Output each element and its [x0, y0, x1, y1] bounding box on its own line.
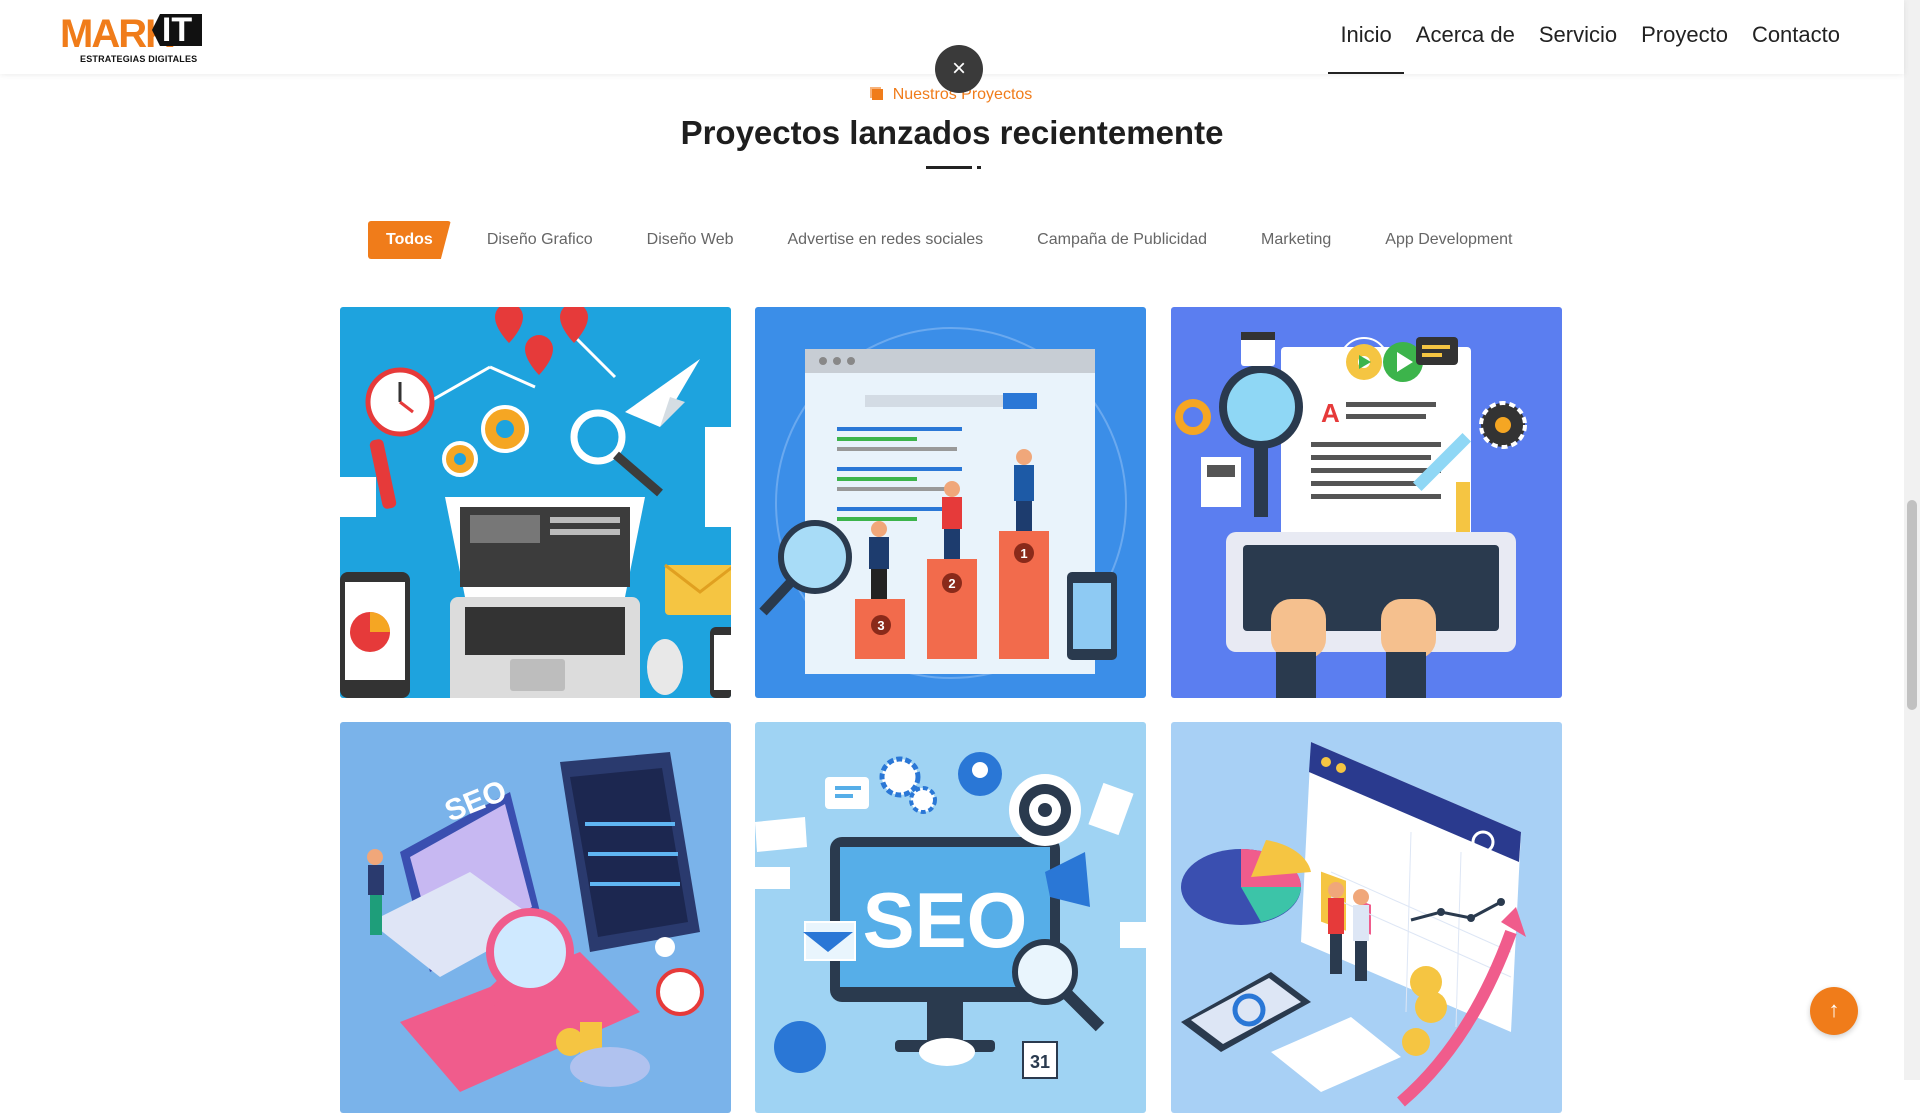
logo-it-badge: IT: [152, 14, 202, 46]
title-underline-dot: [977, 166, 981, 169]
main-nav: Inicio Acerca de Servicio Proyecto Conta…: [1328, 0, 1852, 74]
nav-item-inicio[interactable]: Inicio: [1328, 0, 1404, 74]
project-filters: Todos Diseño Grafico Diseño Web Advertis…: [368, 221, 1566, 259]
filter-marketing[interactable]: Marketing: [1261, 231, 1331, 249]
filter-diseno-web[interactable]: Diseño Web: [647, 231, 734, 249]
nav-item-contacto[interactable]: Contacto: [1740, 0, 1852, 74]
scrollbar-thumb[interactable]: [1907, 500, 1917, 710]
nav-item-acerca[interactable]: Acerca de: [1404, 0, 1527, 74]
seo-ranking-podium-illustration: 3 2 1: [755, 307, 1146, 698]
nav-item-servicio[interactable]: Servicio: [1527, 0, 1629, 74]
scrollbar[interactable]: [1904, 0, 1920, 1080]
filter-campana-publicidad[interactable]: Campaña de Publicidad: [1037, 231, 1207, 249]
section-title: Proyectos lanzados recientemente: [680, 114, 1224, 151]
title-underline: [926, 166, 972, 169]
filter-diseno-grafico[interactable]: Diseño Grafico: [487, 231, 593, 249]
seo-analytics-isometric-illustration: SEO: [340, 722, 731, 1113]
svg-text:A: A: [1321, 398, 1340, 428]
nav-item-proyecto[interactable]: Proyecto: [1629, 0, 1740, 74]
calendar-day: 31: [1030, 1052, 1050, 1072]
filter-todos[interactable]: Todos: [368, 221, 451, 259]
content-writing-keyboard-illustration: A: [1171, 307, 1562, 698]
podium-second: 2: [948, 576, 955, 591]
project-card-5[interactable]: SEO 31: [755, 722, 1146, 1113]
scroll-to-top-button[interactable]: ↑: [1810, 987, 1858, 1035]
seo-monitor-illustration: SEO 31: [755, 722, 1146, 1113]
seo-text: SEO: [863, 876, 1028, 964]
podium-first: 1: [1020, 546, 1027, 561]
close-button[interactable]: ×: [935, 45, 983, 93]
digital-marketing-laptop-illustration: [340, 307, 731, 698]
data-dashboard-isometric-illustration: [1171, 722, 1562, 1113]
project-card-1[interactable]: [340, 307, 731, 698]
logo[interactable]: MARK IT ESTRATEGIAS DIGITALES: [60, 14, 202, 64]
project-card-3[interactable]: A: [1171, 307, 1562, 698]
project-card-4[interactable]: SEO: [340, 722, 731, 1113]
project-card-2[interactable]: 3 2 1: [755, 307, 1146, 698]
podium-third: 3: [877, 618, 884, 633]
square-icon: [871, 89, 883, 100]
logo-tagline: ESTRATEGIAS DIGITALES: [80, 54, 198, 64]
filter-app-development[interactable]: App Development: [1385, 231, 1512, 249]
filter-redes-sociales[interactable]: Advertise en redes sociales: [788, 231, 984, 249]
project-card-6[interactable]: [1171, 722, 1562, 1113]
